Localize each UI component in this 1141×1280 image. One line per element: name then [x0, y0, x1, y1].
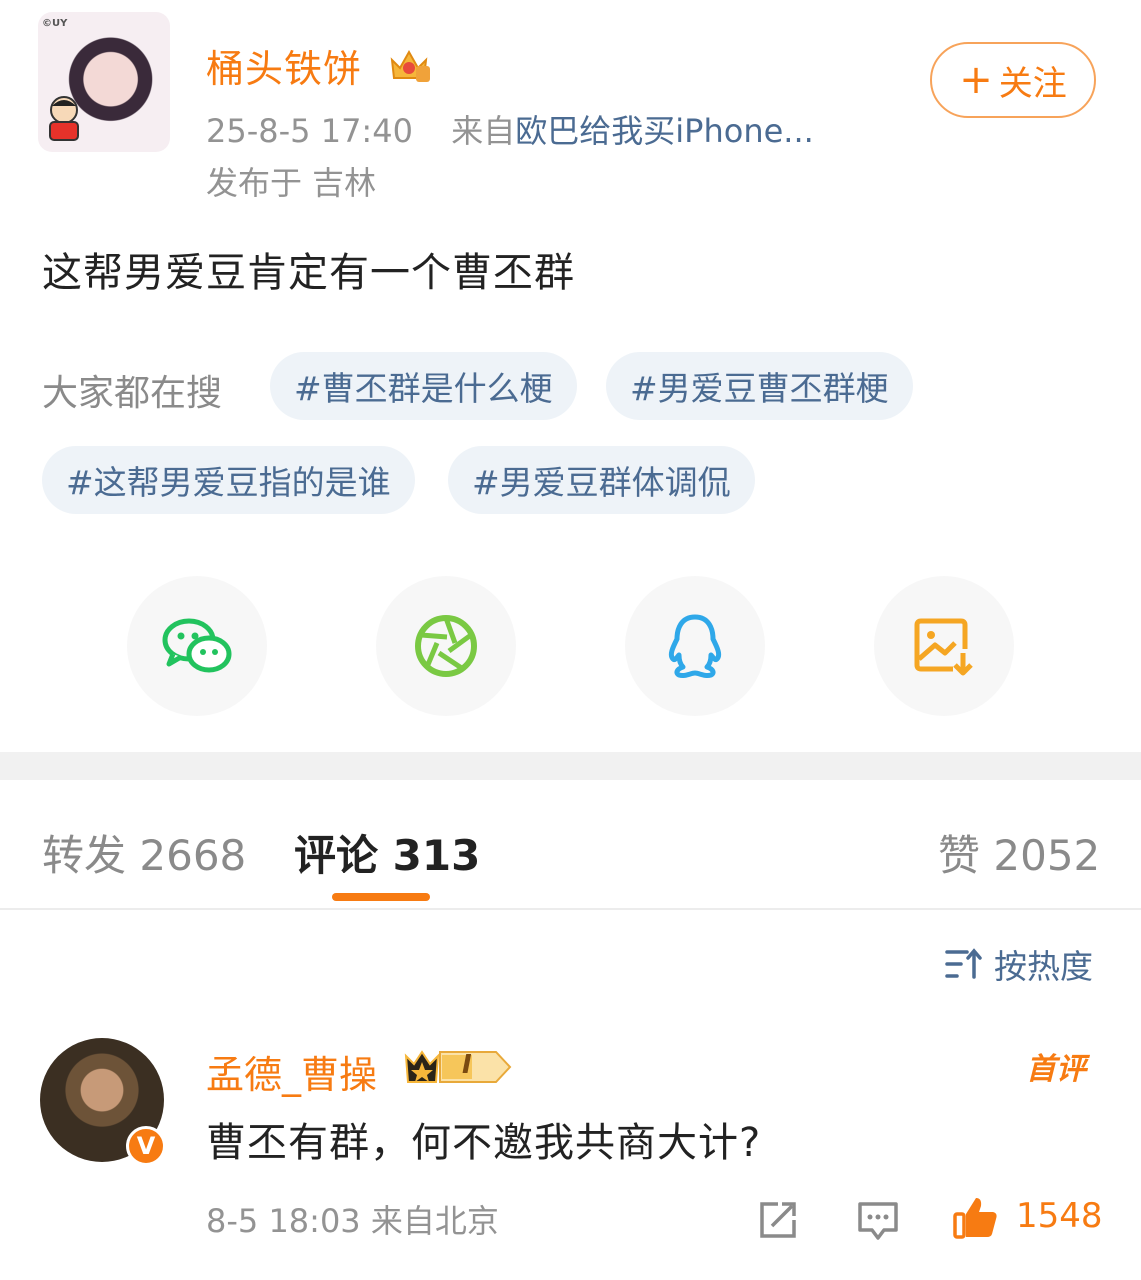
sort-label: 按热度 — [994, 947, 1093, 986]
tab-repost[interactable]: 转发 2668 — [42, 822, 246, 883]
follow-label: 关注 — [998, 63, 1067, 104]
plus-icon: + — [959, 57, 993, 103]
first-comment-tag: 首评 — [1026, 1052, 1086, 1087]
active-tab-indicator — [332, 893, 430, 901]
post-meta: 25-8-5 17:40 来自欧巴给我买iPhone... — [206, 106, 814, 152]
wechat-icon — [162, 618, 232, 673]
trending-tag[interactable]: #这帮男爱豆指的是谁 — [42, 446, 415, 514]
source-prefix: 来自 — [451, 112, 516, 150]
sort-by-hot-button[interactable]: 按热度 — [944, 940, 1093, 988]
share-moments-button[interactable] — [376, 576, 516, 716]
tab-likes-count: 2052 — [993, 831, 1101, 880]
tab-comments[interactable]: 评论 313 — [294, 822, 480, 883]
tab-likes-label: 赞 — [938, 831, 981, 880]
author-avatar[interactable]: ©UY — [38, 12, 170, 152]
trending-tag[interactable]: #男爱豆曹丕群梗 — [606, 352, 913, 420]
save-image-icon — [914, 618, 973, 676]
reply-icon[interactable] — [856, 1198, 900, 1242]
post-source-link[interactable]: 欧巴给我买iPhone... — [515, 112, 814, 150]
section-divider — [0, 752, 1141, 780]
cartoon-sticker-icon — [49, 96, 79, 141]
tab-repost-count: 2668 — [139, 831, 247, 880]
member-level: I — [462, 1050, 472, 1080]
author-name[interactable]: 桶头铁饼 — [206, 38, 362, 93]
thumbs-up-icon[interactable] — [952, 1194, 1000, 1240]
post-text: 这帮男爱豆肯定有一个曹丕群 — [42, 250, 575, 296]
follow-button[interactable]: + 关注 — [930, 42, 1096, 118]
comment-time: 8-5 18:03 — [206, 1202, 361, 1240]
save-image-button[interactable] — [874, 576, 1014, 716]
repost-icon[interactable] — [756, 1198, 800, 1242]
qq-icon — [668, 614, 722, 679]
comment-location: 来自北京 — [370, 1202, 499, 1240]
tab-repost-label: 转发 — [42, 831, 127, 880]
sort-icon — [945, 948, 982, 979]
share-qq-button[interactable] — [625, 576, 765, 716]
comment-text: 曹丕有群，何不邀我共商大计? — [206, 1120, 762, 1166]
moments-icon — [415, 615, 477, 677]
share-wechat-button[interactable] — [127, 576, 267, 716]
member-level-badge-icon — [404, 1050, 512, 1083]
post-location: 发布于 吉林 — [206, 164, 377, 202]
trending-label: 大家都在搜 — [42, 373, 223, 414]
comment-meta: 8-5 18:03 来自北京 — [206, 1196, 499, 1242]
trending-tag[interactable]: #男爱豆群体调侃 — [448, 446, 755, 514]
comment-like-count: 1548 — [1016, 1196, 1103, 1236]
avatar-watermark: ©UY — [42, 18, 68, 29]
commenter-name[interactable]: 孟德_曹操 — [206, 1044, 377, 1099]
tabs-divider — [0, 908, 1141, 910]
trending-tag[interactable]: #曹丕群是什么梗 — [270, 352, 577, 420]
vip-crown-icon — [390, 49, 430, 82]
tab-likes[interactable]: 赞 2052 — [938, 822, 1100, 883]
post-time: 25-8-5 17:40 — [206, 112, 413, 150]
tab-comments-count: 313 — [392, 831, 481, 880]
verified-badge-icon: V — [126, 1126, 166, 1166]
tab-comments-label: 评论 — [294, 831, 379, 880]
